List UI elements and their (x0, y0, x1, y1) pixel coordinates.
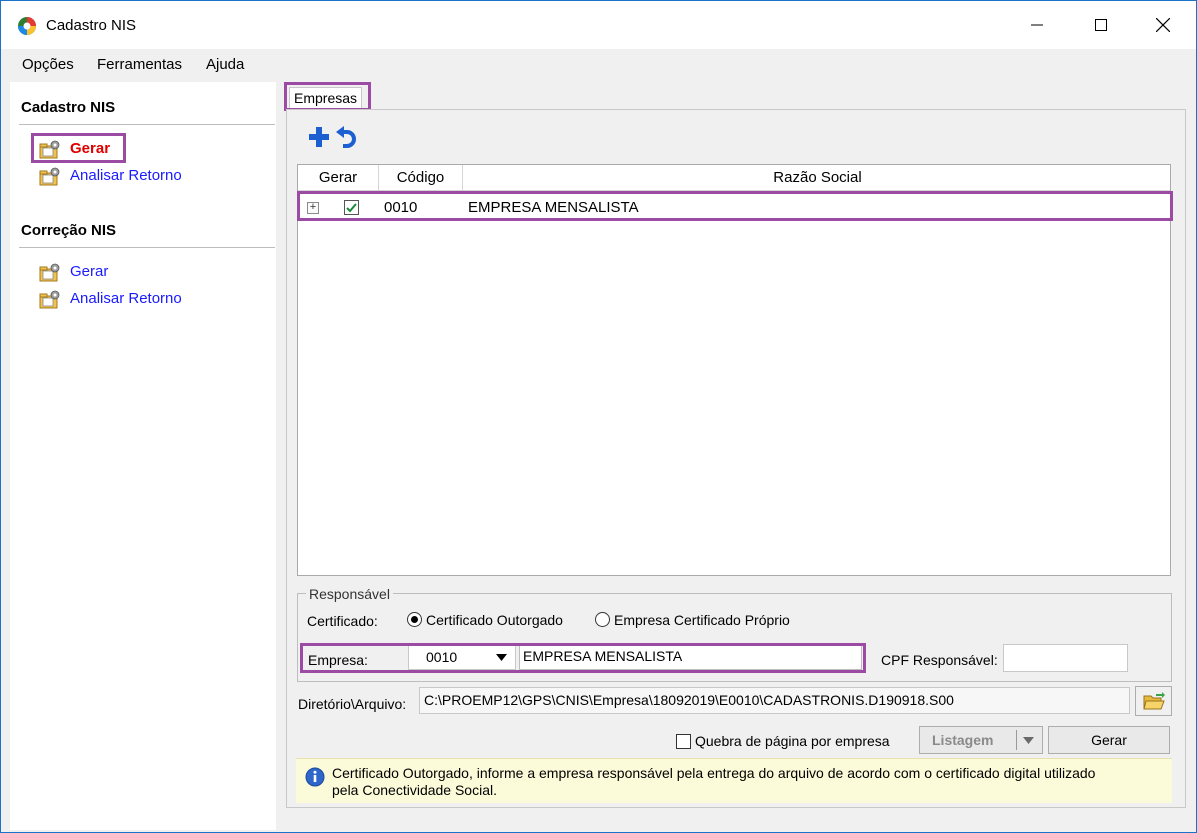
info-message: Certificado Outorgado, informe a empresa… (296, 758, 1172, 803)
diretorio-arquivo-value: C:\PROEMP12\GPS\CNIS\Empresa\18092019\E0… (424, 692, 954, 708)
open-folder-icon (1143, 692, 1165, 710)
folder-gear-icon (39, 290, 60, 309)
listagem-button-label: Listagem (932, 732, 994, 748)
info-text-line-1: Certificado Outorgado, informe a empresa… (332, 765, 1096, 781)
diretorio-arquivo-field[interactable]: C:\PROEMP12\GPS\CNIS\Empresa\18092019\E0… (419, 687, 1130, 714)
empresa-certificado-proprio-radio[interactable] (595, 612, 610, 627)
certificado-label: Certificado: (307, 613, 378, 629)
diretorio-label: Diretório\Arquivo: (298, 696, 407, 712)
section-divider (19, 247, 275, 248)
responsavel-legend: Responsável (306, 586, 393, 602)
empresa-name-field[interactable]: EMPRESA MENSALISTA (519, 644, 862, 670)
sidebar-item-correcao-gerar[interactable]: Gerar (70, 263, 108, 280)
listagem-button[interactable]: Listagem (919, 726, 1043, 754)
section-divider (19, 124, 275, 125)
empresas-grid: Gerar Código Razão Social + 0010 EMPRESA… (297, 164, 1171, 576)
folder-gear-icon (39, 140, 60, 159)
plus-icon[interactable] (308, 126, 330, 148)
sidebar-item-cadastro-gerar[interactable]: Gerar (70, 140, 110, 157)
window-title: Cadastro NIS (46, 17, 137, 34)
button-divider (1016, 730, 1017, 750)
menu-ferramentas[interactable]: Ferramentas (97, 56, 182, 73)
chevron-down-icon (1023, 737, 1034, 744)
info-icon (305, 767, 325, 787)
table-row[interactable]: + 0010 EMPRESA MENSALISTA (298, 195, 1170, 219)
cpf-responsavel-label: CPF Responsável: (881, 652, 998, 668)
check-icon (346, 203, 357, 213)
undo-icon[interactable] (335, 126, 361, 148)
quebra-pagina-checkbox[interactable] (676, 734, 691, 749)
section-heading-correcao: Correção NIS (21, 222, 117, 239)
certificado-outorgado-radio[interactable] (407, 612, 422, 627)
quebra-pagina-label[interactable]: Quebra de página por empresa (695, 733, 890, 749)
menu-ajuda[interactable]: Ajuda (206, 56, 244, 73)
info-text-line-2: pela Conectividade Social. (332, 782, 497, 798)
section-heading-cadastro: Cadastro NIS (21, 99, 116, 116)
column-header-gerar[interactable]: Gerar (298, 165, 379, 191)
minimize-button[interactable] (1014, 1, 1060, 49)
empresa-code-value: 0010 (426, 649, 458, 665)
empresa-name-value: EMPRESA MENSALISTA (523, 648, 683, 664)
title-bar: Cadastro NIS (1, 1, 1196, 49)
cpf-responsavel-input[interactable] (1003, 644, 1128, 672)
column-header-razao-social[interactable]: Razão Social (463, 165, 1172, 191)
menu-opcoes[interactable]: Opções (22, 56, 74, 73)
maximize-button[interactable] (1078, 1, 1124, 49)
browse-folder-button[interactable] (1135, 686, 1172, 716)
folder-gear-icon (39, 167, 60, 186)
minimize-icon (1031, 24, 1043, 26)
sidebar-item-cadastro-analisar-retorno[interactable]: Analisar Retorno (70, 167, 182, 184)
empresa-certificado-proprio-label[interactable]: Empresa Certificado Próprio (614, 612, 790, 628)
gerar-button[interactable]: Gerar (1048, 726, 1170, 754)
sidebar-item-correcao-analisar-retorno[interactable]: Analisar Retorno (70, 290, 182, 307)
empresa-code-select[interactable]: 0010 (408, 644, 516, 670)
certificado-outorgado-label[interactable]: Certificado Outorgado (426, 612, 563, 628)
app-window: Cadastro NIS Opções Ferramentas Ajuda Ca… (0, 0, 1197, 833)
folder-gear-icon (39, 263, 60, 282)
expand-row-button[interactable]: + (307, 202, 319, 214)
grid-header: Gerar Código Razão Social (298, 165, 1170, 191)
close-icon (1156, 18, 1170, 32)
menu-bar: Opções Ferramentas Ajuda (1, 49, 1196, 82)
maximize-icon (1095, 19, 1107, 31)
column-header-codigo[interactable]: Código (379, 165, 463, 191)
empresa-label: Empresa: (308, 652, 368, 668)
sidebar: Cadastro NIS Gerar Analisar Retorno Corr… (10, 82, 276, 830)
chevron-down-icon (496, 654, 507, 661)
cell-razao-social: EMPRESA MENSALISTA (468, 199, 639, 216)
cell-codigo: 0010 (384, 199, 418, 216)
close-button[interactable] (1140, 1, 1186, 49)
gerar-checkbox[interactable] (344, 200, 359, 215)
tab-empresas[interactable]: Empresas (289, 87, 363, 109)
app-logo-icon (18, 17, 36, 35)
